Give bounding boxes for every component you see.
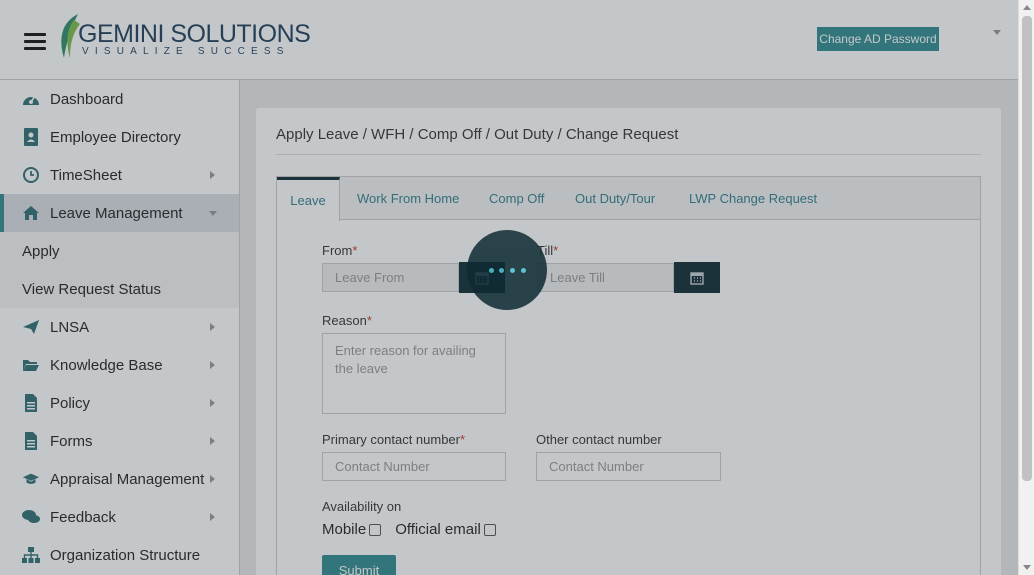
scroll-thumb[interactable] <box>1022 16 1032 481</box>
scroll-up-arrow-icon[interactable] <box>1023 5 1031 10</box>
scroll-down-arrow-icon[interactable] <box>1023 565 1031 570</box>
loading-spinner-icon <box>467 230 547 310</box>
page-scrollbar[interactable] <box>1018 0 1034 575</box>
